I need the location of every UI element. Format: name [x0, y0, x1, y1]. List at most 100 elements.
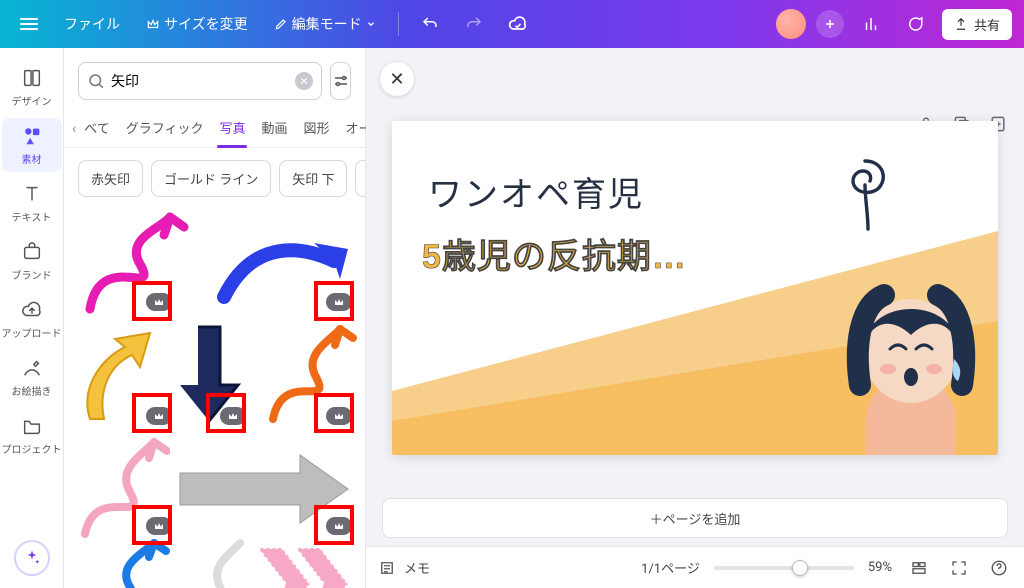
pink-chevron-arrow-icon [254, 544, 354, 588]
sliders-icon [332, 72, 350, 90]
highlight-box [314, 505, 354, 545]
spiral-doodle-icon [830, 153, 900, 233]
file-menu[interactable]: ファイル [56, 8, 128, 40]
text-icon [20, 182, 44, 206]
tab-video[interactable]: 動画 [253, 110, 295, 147]
footer-bar: メモ 1/1ページ 59% [366, 546, 1024, 588]
folder-icon [20, 414, 44, 438]
bar-chart-icon [862, 15, 880, 33]
redo-button[interactable] [457, 7, 491, 41]
user-avatar[interactable] [776, 9, 806, 39]
share-label: 共有 [974, 15, 1000, 34]
search-icon [87, 72, 105, 90]
zoom-value[interactable]: 59% [868, 560, 892, 575]
nav-label: プロジェクト [2, 441, 62, 456]
divider [398, 12, 399, 36]
page-indicator[interactable]: 1/1ページ [641, 558, 700, 577]
tab-all[interactable]: べて [76, 110, 117, 147]
nav-label: デザイン [12, 93, 52, 108]
templates-icon [20, 66, 44, 90]
undo-button[interactable] [413, 7, 447, 41]
canvas-text-1[interactable]: ワンオペ育児 [428, 167, 644, 216]
nav-text[interactable]: テキスト [2, 176, 62, 230]
resize-menu[interactable]: サイズを変更 [138, 8, 256, 40]
fullscreen-button[interactable] [946, 555, 972, 581]
canvas-text-2[interactable]: 5歳児の反抗期… [422, 229, 687, 278]
highlight-box [132, 393, 172, 433]
tab-graphic[interactable]: グラフィック [118, 110, 212, 147]
edit-mode-label: 編集モード [292, 14, 362, 34]
left-nav: デザイン 素材 テキスト ブランド アップロード お絵描き プロジェクト [0, 48, 64, 588]
share-button[interactable]: 共有 [942, 9, 1012, 40]
sparkle-icon [23, 549, 41, 567]
shapes-icon [20, 124, 44, 148]
notes-label: メモ [404, 558, 430, 577]
topbar: ファイル サイズを変更 編集モード 共有 [0, 0, 1024, 48]
analytics-button[interactable] [854, 7, 888, 41]
category-tabs: ‹ べて グラフィック 写真 動画 図形 オー › [64, 110, 365, 148]
nav-label: 素材 [22, 151, 42, 166]
search-box[interactable]: ✕ [78, 62, 322, 100]
search-input[interactable] [111, 73, 289, 89]
upload-icon [954, 17, 968, 31]
help-button[interactable] [986, 555, 1012, 581]
highlight-box [206, 393, 246, 433]
clear-search-button[interactable]: ✕ [295, 72, 313, 90]
canvas-area: ✕ ワンオペ育児 5歳児の反抗期… [366, 48, 1024, 588]
result-item[interactable] [254, 544, 354, 588]
expand-icon [950, 559, 968, 577]
highlight-box [132, 281, 172, 321]
zoom-thumb[interactable] [792, 560, 808, 576]
zoom-slider[interactable] [714, 566, 854, 570]
comments-button[interactable] [898, 7, 932, 41]
pencil-icon [274, 17, 288, 31]
worried-woman-illustration [836, 265, 986, 455]
edit-mode-menu[interactable]: 編集モード [266, 8, 384, 40]
chip[interactable]: ゴールド ライン [151, 160, 271, 197]
highlight-box [132, 505, 172, 545]
tab-shape[interactable]: 図形 [295, 110, 337, 147]
help-icon [990, 559, 1008, 577]
add-collaborator-button[interactable] [816, 10, 844, 38]
highlight-box [314, 281, 354, 321]
grid-icon [910, 559, 928, 577]
blue-swirl-arrow-icon [70, 539, 170, 588]
add-page-bar[interactable]: ＋ページを追加 [382, 498, 1008, 538]
crown-icon [146, 17, 160, 31]
brand-icon [20, 240, 44, 264]
menu-button[interactable] [12, 7, 46, 41]
nav-label: アップロード [2, 325, 62, 340]
nav-elements[interactable]: 素材 [2, 118, 62, 172]
chip[interactable]: 赤矢印 [78, 160, 143, 197]
nav-design[interactable]: デザイン [2, 60, 62, 114]
nav-label: テキスト [12, 209, 52, 224]
grey-swirl-arrow-icon [172, 539, 252, 588]
resize-label: サイズを変更 [164, 14, 248, 34]
design-canvas[interactable]: ワンオペ育児 5歳児の反抗期… [392, 121, 998, 455]
tab-photo[interactable]: 写真 [211, 110, 253, 147]
undo-icon [421, 15, 439, 33]
search-settings-button[interactable] [330, 62, 351, 100]
cloud-upload-icon [20, 298, 44, 322]
results-area [64, 209, 365, 588]
notes-button[interactable]: メモ [378, 558, 430, 577]
nav-upload[interactable]: アップロード [2, 292, 62, 346]
nav-projects[interactable]: プロジェクト [2, 408, 62, 462]
chip[interactable]: ゴー [355, 160, 365, 197]
plus-icon [823, 17, 837, 31]
result-item[interactable] [70, 539, 170, 588]
nav-brand[interactable]: ブランド [2, 234, 62, 288]
nav-label: お絵描き [12, 383, 52, 398]
result-item[interactable] [172, 539, 252, 588]
nav-draw[interactable]: お絵描き [2, 350, 62, 404]
grid-view-button[interactable] [906, 555, 932, 581]
close-panel-button[interactable]: ✕ [380, 62, 414, 96]
magic-button[interactable] [14, 540, 50, 576]
redo-icon [465, 15, 483, 33]
notes-icon [378, 559, 396, 577]
comment-icon [906, 15, 924, 33]
suggestion-chips: 赤矢印 ゴールド ライン 矢印 下 ゴー [64, 148, 365, 209]
cloud-sync-button[interactable] [501, 7, 535, 41]
nav-label: ブランド [12, 267, 52, 282]
chip[interactable]: 矢印 下 [279, 160, 347, 197]
